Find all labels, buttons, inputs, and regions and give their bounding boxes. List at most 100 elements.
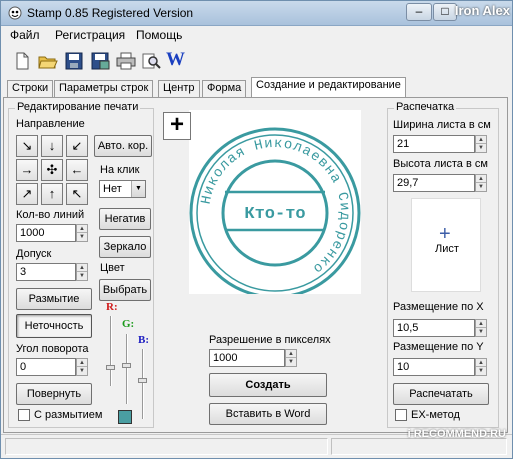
arrow-up-right-button[interactable]: ↗ xyxy=(16,183,38,205)
direction-label: Направление xyxy=(16,118,85,130)
arrow-down-left-icon: ↙ xyxy=(71,138,83,153)
r-slider[interactable] xyxy=(106,364,115,370)
rotation-angle-input[interactable]: 0 xyxy=(16,358,76,376)
status-cell-secondary xyxy=(331,438,507,455)
arrow-up-left-button[interactable]: ↖ xyxy=(66,183,88,205)
rotation-angle-spinner[interactable]: ▲ ▼ xyxy=(76,358,88,376)
lines-count-label: Кол-во линий xyxy=(16,209,85,221)
spin-down-icon: ▼ xyxy=(288,359,294,365)
arrow-up-right-icon: ↗ xyxy=(21,186,33,201)
blur-checkbox[interactable] xyxy=(18,409,30,421)
negative-button[interactable]: Негатив xyxy=(99,208,151,230)
move-center-icon: ✣ xyxy=(46,162,58,177)
arrow-down-right-button[interactable]: ↘ xyxy=(16,135,38,157)
inaccuracy-button[interactable]: Неточность xyxy=(16,314,92,338)
rotation-angle-label: Угол поворота xyxy=(16,343,89,355)
spin-down-icon: ▼ xyxy=(478,184,484,190)
blur-button[interactable]: Размытие xyxy=(16,288,92,310)
word-icon[interactable]: W xyxy=(166,49,185,71)
r-slider-track xyxy=(110,316,112,386)
spin-up-icon: ▲ xyxy=(476,136,486,144)
zoom-in-button[interactable]: + xyxy=(163,112,191,140)
color-swatch[interactable] xyxy=(118,410,132,424)
rotate-button[interactable]: Повернуть xyxy=(16,383,92,405)
tab-create-edit[interactable]: Создание и редактирование xyxy=(251,77,406,97)
open-folder-icon[interactable] xyxy=(37,51,59,71)
new-file-icon[interactable] xyxy=(11,51,33,71)
spin-down-icon: ▼ xyxy=(79,368,85,374)
arrow-left-button[interactable]: ← xyxy=(66,159,88,181)
sheet-height-spinner[interactable]: ▲ ▼ xyxy=(475,174,487,192)
insert-word-button[interactable]: Вставить в Word xyxy=(209,403,327,425)
create-button[interactable]: Создать xyxy=(209,373,327,397)
tab-shape[interactable]: Форма xyxy=(202,80,247,97)
on-click-value: Нет xyxy=(103,183,122,195)
arrow-up-button[interactable]: ↑ xyxy=(41,183,63,205)
watermark-user: Iron Alex xyxy=(454,3,510,18)
pos-x-spinner[interactable]: ▲ ▼ xyxy=(475,319,487,337)
spin-up-icon: ▲ xyxy=(286,350,296,358)
spin-down-icon: ▼ xyxy=(478,145,484,151)
menu-registration[interactable]: Регистрация xyxy=(55,28,125,42)
sheet-height-label: Высота листа в см xyxy=(393,158,488,170)
search-icon[interactable] xyxy=(141,51,163,71)
auto-correct-button[interactable]: Авто. кор. xyxy=(94,135,152,157)
r-label: R: xyxy=(106,301,118,313)
lines-count-spinner[interactable]: ▲ ▼ xyxy=(76,224,88,242)
minimize-icon: – xyxy=(415,4,423,18)
spin-up-icon: ▲ xyxy=(476,175,486,183)
spin-down-icon: ▼ xyxy=(79,234,85,240)
ex-method-checkbox[interactable] xyxy=(395,409,407,421)
pos-y-input[interactable]: 10 xyxy=(393,358,475,376)
menu-file[interactable]: Файл xyxy=(10,28,40,42)
tab-center[interactable]: Центр xyxy=(158,80,200,97)
g-slider[interactable] xyxy=(122,363,131,369)
mirror-button[interactable]: Зеркало xyxy=(99,236,151,258)
sheet-height-input[interactable]: 29,7 xyxy=(393,174,475,192)
print-group-label: Распечатка xyxy=(394,101,457,113)
b-slider[interactable] xyxy=(138,378,147,384)
chevron-down-icon: ▼ xyxy=(131,181,145,197)
tolerance-input[interactable]: 3 xyxy=(16,263,76,281)
arrow-up-icon: ↑ xyxy=(48,186,56,201)
app-window: Stamp 0.85 Registered Version – □ Iron A… xyxy=(0,0,513,459)
spin-up-icon: ▲ xyxy=(476,359,486,367)
spin-up-icon: ▲ xyxy=(476,320,486,328)
minimize-button[interactable]: – xyxy=(406,3,432,21)
save-icon[interactable] xyxy=(63,51,85,71)
stamp-center-text: Кто-то xyxy=(244,205,305,224)
pos-y-spinner[interactable]: ▲ ▼ xyxy=(475,358,487,376)
save-as-icon[interactable] xyxy=(89,51,111,71)
lines-count-input[interactable]: 1000 xyxy=(16,224,76,242)
ex-method-label: EX-метод xyxy=(411,409,460,421)
stamp-preview: Николая Николаевна Сидоренко Кто-то xyxy=(189,110,361,299)
arrow-down-button[interactable]: ↓ xyxy=(41,135,63,157)
resolution-input[interactable]: 1000 xyxy=(209,349,285,367)
resolution-label: Разрешение в пикселях xyxy=(209,334,331,346)
arrow-right-button[interactable]: → xyxy=(16,159,38,181)
sheet-preview: + Лист xyxy=(411,198,481,292)
tolerance-spinner[interactable]: ▲ ▼ xyxy=(76,263,88,281)
arrow-down-left-button[interactable]: ↙ xyxy=(66,135,88,157)
print-button[interactable]: Распечатать xyxy=(393,383,489,405)
on-click-select[interactable]: Нет ▼ xyxy=(99,180,146,198)
spin-down-icon: ▼ xyxy=(478,329,484,335)
sheet-width-spinner[interactable]: ▲ ▼ xyxy=(475,135,487,153)
choose-color-button[interactable]: Выбрать xyxy=(99,279,151,301)
menu-help[interactable]: Помощь xyxy=(136,28,182,42)
g-slider-track xyxy=(126,334,128,404)
window-title: Stamp 0.85 Registered Version xyxy=(27,6,194,20)
tab-page-create-edit: Редактирование печати Направление ↘ ↓ ↙ … xyxy=(3,97,508,433)
arrow-down-icon: ↓ xyxy=(48,138,56,153)
sheet-width-input[interactable]: 21 xyxy=(393,135,475,153)
tab-lines[interactable]: Строки xyxy=(7,80,54,97)
maximize-button[interactable]: □ xyxy=(433,3,457,21)
tab-line-params[interactable]: Параметры строк xyxy=(54,80,154,97)
g-label: G: xyxy=(122,318,135,330)
arrow-center-button[interactable]: ✣ xyxy=(41,159,63,181)
resolution-spinner[interactable]: ▲ ▼ xyxy=(285,349,297,367)
spin-up-icon: ▲ xyxy=(77,359,87,367)
pos-x-input[interactable]: 10,5 xyxy=(393,319,475,337)
print-icon[interactable] xyxy=(115,51,137,71)
tab-strip: Строки Параметры строк Центр Форма Созда… xyxy=(1,77,512,97)
